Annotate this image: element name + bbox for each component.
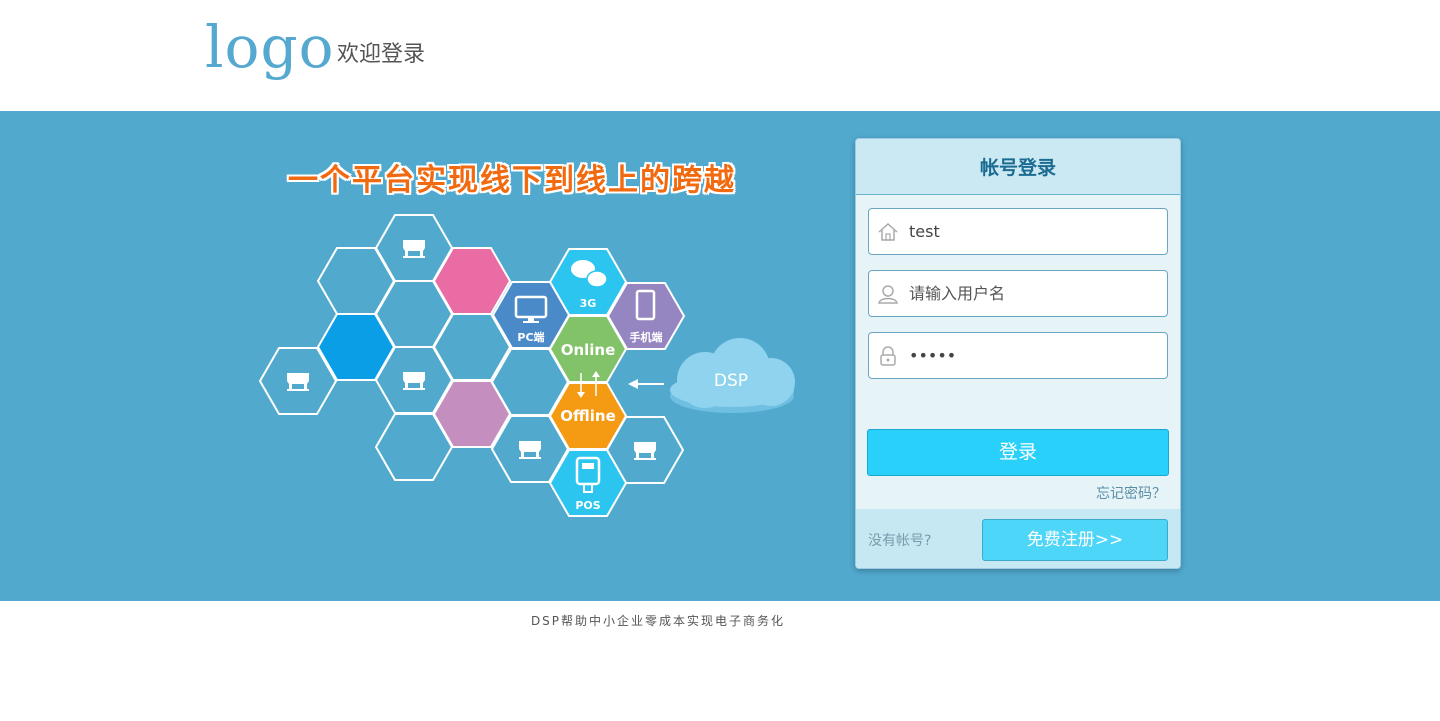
login-button[interactable]: 登录 [867,429,1169,476]
banner: 一个平台实现线下到线上的跨越 3G PC端 手机端 Online Offline… [0,111,1440,601]
password-input[interactable] [909,333,1159,378]
register-button[interactable]: 免费注册>> [982,519,1168,561]
offline-label: Offline [560,407,616,425]
welcome-title: 欢迎登录 [337,42,426,67]
login-title: 帐号登录 [979,157,1056,179]
account-field[interactable] [868,208,1168,255]
wechat-label: 3G [580,297,597,310]
arrow-left-icon [628,379,664,389]
online-label: Online [561,341,616,359]
dsp-cloud-icon: DSP [670,338,795,413]
footer-text: DSP帮助中小企业零成本实现电子商务化 [530,614,786,628]
pc-label: PC端 [517,330,544,344]
banner-slogan: 一个平台实现线下到线上的跨越 [288,163,736,198]
lock-icon [880,346,896,366]
no-account-label: 没有帐号? [868,533,932,549]
user-icon [878,285,898,304]
header: logo 欢迎登录 [0,0,1440,111]
logo[interactable]: logo [205,12,335,82]
pos-label: POS [575,499,600,512]
home-icon [878,222,898,241]
account-input[interactable] [909,209,1159,254]
login-panel: 帐号登录 登录 忘记密码？ [855,138,1181,569]
mobile-label: 手机端 [630,330,663,344]
password-field[interactable] [868,332,1168,379]
username-input[interactable] [909,271,1159,316]
login-panel-header: 帐号登录 [856,139,1180,195]
register-bar: 没有帐号? 免费注册>> [856,509,1180,568]
platform-illustration: 3G PC端 手机端 Online Offline POS DSP [258,214,795,517]
forgot-password-link[interactable]: 忘记密码？ [1096,483,1166,503]
username-field[interactable] [868,270,1168,317]
cloud-label: DSP [714,371,748,391]
